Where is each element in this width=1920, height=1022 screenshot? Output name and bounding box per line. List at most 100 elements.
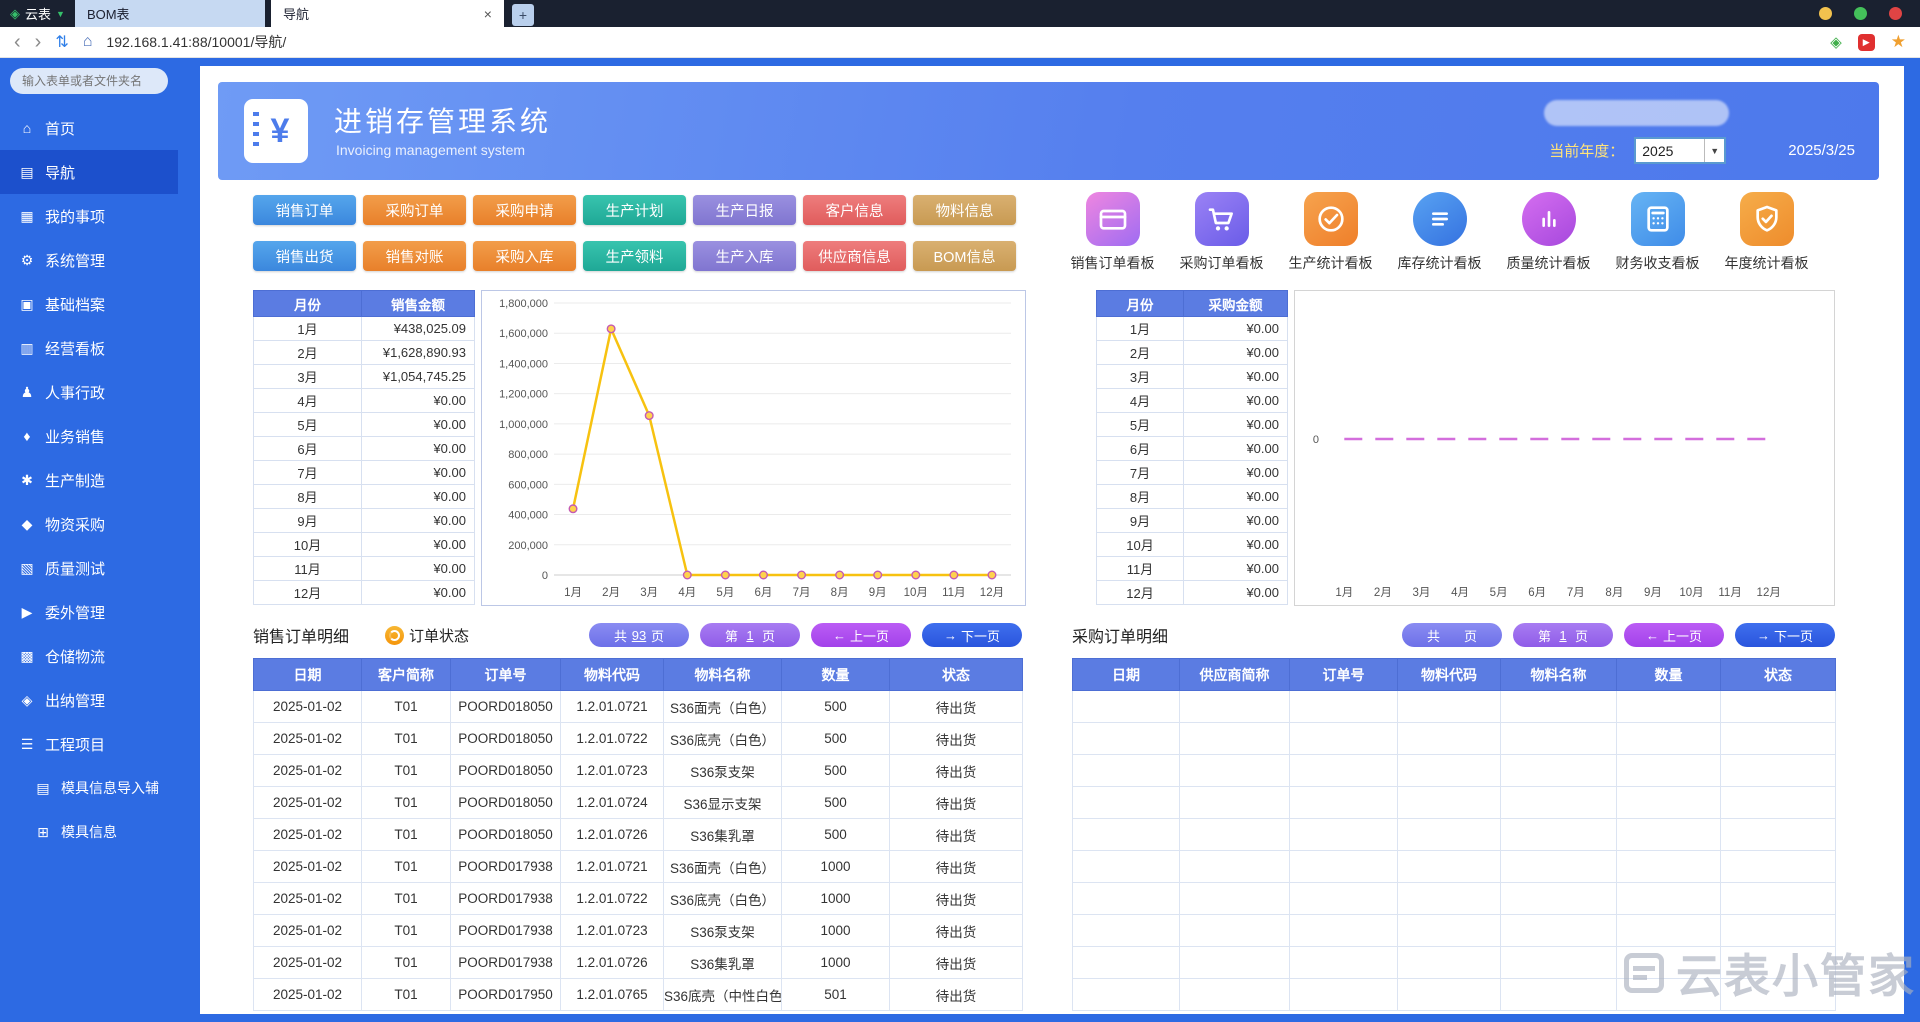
next-page-button[interactable]: → 下一页 — [922, 623, 1022, 647]
table-row[interactable]: 11月¥0.00 — [254, 557, 475, 581]
sidebar-item-base-archives[interactable]: ▣基础档案 — [0, 282, 178, 326]
purchase-request-button[interactable]: 采购申请 — [473, 195, 576, 225]
table-row[interactable]: 12月¥0.00 — [254, 581, 475, 605]
year-select[interactable]: 2025 ▼ — [1634, 137, 1726, 164]
material-info-button[interactable]: 物料信息 — [913, 195, 1016, 225]
production-stat-board[interactable]: 生产统计看板 — [1276, 192, 1385, 273]
inventory-stat-board[interactable]: 库存统计看板 — [1385, 192, 1494, 273]
table-row[interactable]: 1月¥0.00 — [1097, 317, 1288, 341]
sidebar-item-navigation[interactable]: ▤导航 — [0, 150, 178, 194]
maximize-button[interactable] — [1854, 7, 1867, 20]
sidebar-item-engineering[interactable]: ☰工程项目 — [0, 722, 178, 766]
sidebar-item-system-admin[interactable]: ⚙系统管理 — [0, 238, 178, 282]
app-menu[interactable]: ◈ 云表 ▼ — [0, 0, 75, 27]
table-row[interactable]: 4月¥0.00 — [254, 389, 475, 413]
table-row[interactable]: 2025-01-02T01POORD0179381.2.01.0726S36集乳… — [254, 947, 1023, 979]
table-row[interactable]: 11月¥0.00 — [1097, 557, 1288, 581]
table-row[interactable]: 8月¥0.00 — [254, 485, 475, 509]
sidebar-item-production[interactable]: ✱生产制造 — [0, 458, 178, 502]
table-row[interactable]: 1月¥438,025.09 — [254, 317, 475, 341]
table-row[interactable]: 5月¥0.00 — [254, 413, 475, 437]
sidebar-item-cashier[interactable]: ◈出纳管理 — [0, 678, 178, 722]
refresh-icon[interactable]: ⇅ — [55, 32, 68, 52]
sidebar-item-biz-board[interactable]: ▥经营看板 — [0, 326, 178, 370]
new-tab-button[interactable]: + — [512, 4, 534, 26]
annual-stat-board[interactable]: 年度统计看板 — [1712, 192, 1821, 273]
table-row[interactable]: 9月¥0.00 — [254, 509, 475, 533]
production-plan-button[interactable]: 生产计划 — [583, 195, 686, 225]
purchase-inbound-button[interactable]: 采购入库 — [473, 241, 576, 271]
table-row[interactable]: 2025-01-02T01POORD0179381.2.01.0722S36底壳… — [254, 883, 1023, 915]
table-row[interactable]: 8月¥0.00 — [1097, 485, 1288, 509]
apps-icon[interactable]: ◈ — [1830, 33, 1842, 51]
tab-bom[interactable]: BOM表 — [75, 0, 265, 27]
bookmark-icon[interactable]: ★ — [1891, 32, 1906, 52]
supplier-info-button[interactable]: 供应商信息 — [803, 241, 906, 271]
production-daily-button[interactable]: 生产日报 — [693, 195, 796, 225]
table-row[interactable]: 3月¥0.00 — [1097, 365, 1288, 389]
table-row[interactable]: 2025-01-02T01POORD0179501.2.01.0765S36底壳… — [254, 979, 1023, 1011]
table-row[interactable]: 12月¥0.00 — [1097, 581, 1288, 605]
table-row[interactable]: 2025-01-02T01POORD0180501.2.01.0724S36显示… — [254, 787, 1023, 819]
table-row[interactable]: 2025-01-02T01POORD0180501.2.01.0726S36集乳… — [254, 819, 1023, 851]
table-row[interactable]: 2025-01-02T01POORD0180501.2.01.0721S36面壳… — [254, 691, 1023, 723]
table-row[interactable]: 7月¥0.00 — [1097, 461, 1288, 485]
tab-close-icon[interactable]: × — [484, 6, 492, 22]
table-row[interactable]: 10月¥0.00 — [1097, 533, 1288, 557]
production-pick-button[interactable]: 生产领料 — [583, 241, 686, 271]
minimize-button[interactable] — [1819, 7, 1832, 20]
sidebar-item-my-tasks[interactable]: ▦我的事项 — [0, 194, 178, 238]
table-row[interactable]: 10月¥0.00 — [254, 533, 475, 557]
url-field[interactable]: 192.168.1.41:88/10001/导航/ — [106, 32, 1816, 52]
sidebar-item-home[interactable]: ⌂首页 — [0, 106, 178, 150]
table-row[interactable]: 2月¥0.00 — [1097, 341, 1288, 365]
total-pages-button[interactable]: 共 93 页 — [589, 623, 689, 647]
chevron-down-icon[interactable]: ▼ — [1704, 139, 1724, 162]
sidebar-item-mold-import[interactable]: ▤模具信息导入辅 — [0, 766, 178, 810]
table-row[interactable]: 6月¥0.00 — [1097, 437, 1288, 461]
table-row[interactable]: 5月¥0.00 — [1097, 413, 1288, 437]
sidebar-item-warehouse[interactable]: ▩仓储物流 — [0, 634, 178, 678]
sales-reconcile-button[interactable]: 销售对账 — [363, 241, 466, 271]
table-row[interactable]: 2025-01-02T01POORD0179381.2.01.0721S36面壳… — [254, 851, 1023, 883]
table-row[interactable]: 9月¥0.00 — [1097, 509, 1288, 533]
sales-order-board[interactable]: 销售订单看板 — [1058, 192, 1167, 273]
home-icon[interactable]: ⌂ — [83, 33, 93, 51]
prev-page-button[interactable]: ← 上一页 — [811, 623, 911, 647]
prev-page-button[interactable]: ← 上一页 — [1624, 623, 1724, 647]
finance-board[interactable]: 财务收支看板 — [1603, 192, 1712, 273]
customer-info-button[interactable]: 客户信息 — [803, 195, 906, 225]
tab-navigation[interactable]: 导航 × — [271, 0, 504, 27]
table-row[interactable]: 2025-01-02T01POORD0179381.2.01.0723S36泵支… — [254, 915, 1023, 947]
purchase-order-board[interactable]: 采购订单看板 — [1167, 192, 1276, 273]
table-row[interactable]: 7月¥0.00 — [254, 461, 475, 485]
current-page-button[interactable]: 第 1 页 — [700, 623, 800, 647]
close-button[interactable] — [1889, 7, 1902, 20]
table-row[interactable]: 6月¥0.00 — [254, 437, 475, 461]
table-row[interactable]: 2025-01-02T01POORD0180501.2.01.0722S36底壳… — [254, 723, 1023, 755]
table-row[interactable]: 3月¥1,054,745.25 — [254, 365, 475, 389]
sidebar-item-sales[interactable]: ♦业务销售 — [0, 414, 178, 458]
media-icon[interactable]: ▶ — [1858, 34, 1875, 51]
sales-order-button[interactable]: 销售订单 — [253, 195, 356, 225]
sidebar-item-procurement[interactable]: ◆物资采购 — [0, 502, 178, 546]
table-row[interactable]: 2025-01-02T01POORD0180501.2.01.0723S36泵支… — [254, 755, 1023, 787]
purchase-order-button[interactable]: 采购订单 — [363, 195, 466, 225]
sidebar-item-outsourcing[interactable]: ▶委外管理 — [0, 590, 178, 634]
table-row[interactable]: 2月¥1,628,890.93 — [254, 341, 475, 365]
back-icon[interactable]: ‹ — [14, 32, 21, 52]
next-page-button[interactable]: → 下一页 — [1735, 623, 1835, 647]
quality-stat-board[interactable]: 质量统计看板 — [1494, 192, 1603, 273]
sales-shipment-button[interactable]: 销售出货 — [253, 241, 356, 271]
total-pages-button[interactable]: 共 页 — [1402, 623, 1502, 647]
sidebar-item-quality-test[interactable]: ▧质量测试 — [0, 546, 178, 590]
pg-text: 共 — [1427, 626, 1440, 645]
bom-info-button[interactable]: BOM信息 — [913, 241, 1016, 271]
forward-icon[interactable]: › — [35, 32, 42, 52]
current-page-button[interactable]: 第 1 页 — [1513, 623, 1613, 647]
sidebar-item-mold-info[interactable]: ⊞模具信息 — [0, 810, 178, 854]
production-inbound-button[interactable]: 生产入库 — [693, 241, 796, 271]
table-row[interactable]: 4月¥0.00 — [1097, 389, 1288, 413]
sidebar-item-hr-admin[interactable]: ♟人事行政 — [0, 370, 178, 414]
sidebar-search-input[interactable] — [10, 68, 168, 94]
